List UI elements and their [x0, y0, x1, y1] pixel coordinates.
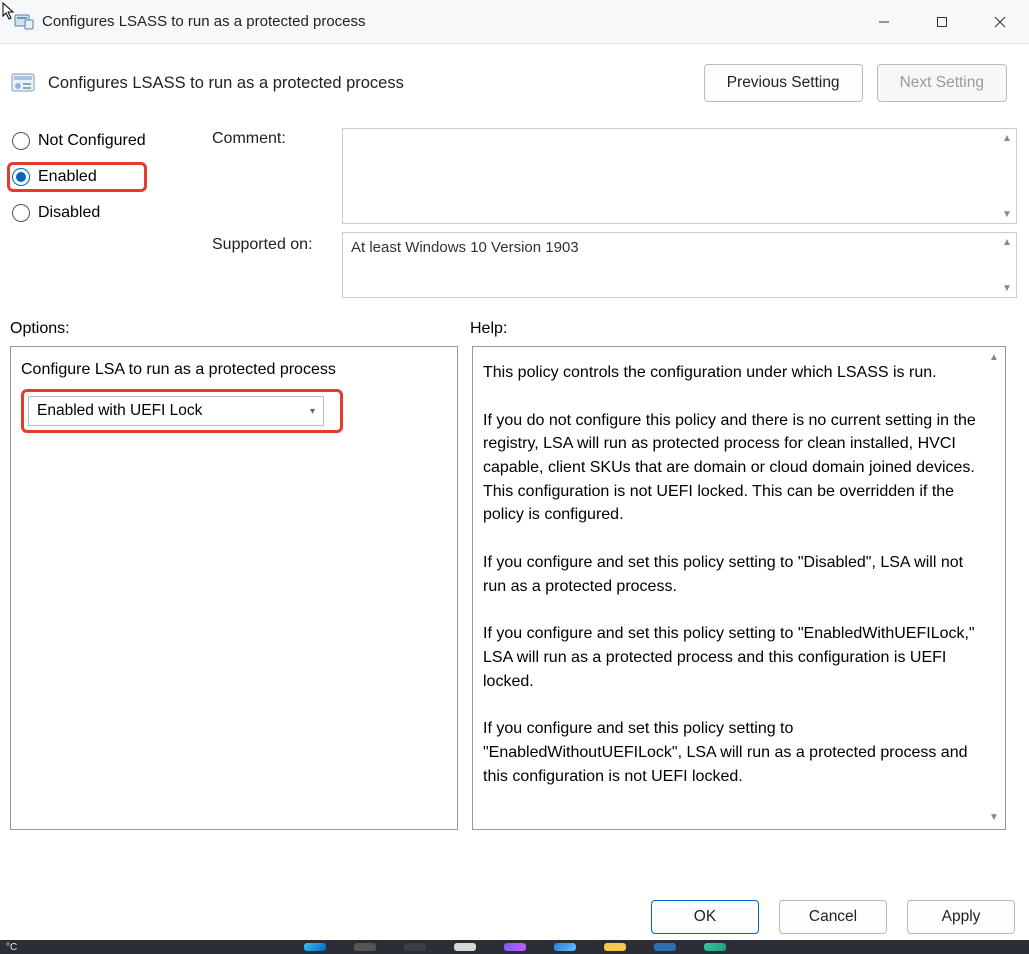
scroll-down-icon[interactable]: ▼	[987, 811, 1001, 825]
radio-icon	[12, 168, 30, 186]
policy-title: Configures LSASS to run as a protected p…	[48, 74, 404, 93]
window-title: Configures LSASS to run as a protected p…	[42, 13, 366, 30]
comment-label: Comment:	[212, 128, 342, 224]
comment-textarea[interactable]: ▲ ▼	[342, 128, 1017, 224]
highlight-box: Enabled with UEFI Lock ▾	[21, 389, 343, 433]
help-paragraph: If you configure and set this policy set…	[483, 622, 983, 693]
ok-button[interactable]: OK	[651, 900, 759, 934]
help-paragraph: If you configure and set this policy set…	[483, 717, 983, 788]
mouse-cursor-icon	[2, 2, 16, 20]
scroll-up-icon[interactable]: ▲	[987, 351, 1001, 365]
radio-icon	[12, 204, 30, 222]
help-paragraph: If you configure and set this policy set…	[483, 551, 983, 598]
minimize-button[interactable]	[855, 0, 913, 43]
taskview-icon[interactable]	[404, 943, 426, 951]
radio-label: Not Configured	[38, 132, 146, 150]
policy-header: Configures LSASS to run as a protected p…	[0, 44, 1029, 110]
taskbar-app-icon[interactable]	[704, 943, 726, 951]
next-setting-button: Next Setting	[877, 64, 1007, 102]
radio-disabled[interactable]: Disabled	[12, 204, 212, 222]
options-label: Options:	[10, 320, 470, 338]
taskbar-app-icon[interactable]	[654, 943, 676, 951]
taskbar-app-icon[interactable]	[504, 943, 526, 951]
state-radio-group: Not Configured Enabled Disabled	[12, 128, 212, 224]
supported-on-box: At least Windows 10 Version 1903 ▲ ▼	[342, 232, 1017, 298]
combo-value: Enabled with UEFI Lock	[37, 402, 202, 420]
help-paragraph: If you do not configure this policy and …	[483, 409, 983, 527]
app-icon	[14, 12, 34, 32]
options-panel: Configure LSA to run as a protected proc…	[10, 346, 458, 830]
cancel-button[interactable]: Cancel	[779, 900, 887, 934]
radio-not-configured[interactable]: Not Configured	[12, 132, 212, 150]
scroll-up-icon[interactable]: ▲	[1000, 131, 1014, 145]
close-button[interactable]	[971, 0, 1029, 43]
policy-icon	[10, 71, 38, 95]
scroll-down-icon[interactable]: ▼	[1000, 207, 1014, 221]
radio-label: Disabled	[38, 204, 100, 222]
previous-setting-button[interactable]: Previous Setting	[704, 64, 863, 102]
help-paragraph: This policy controls the configuration u…	[483, 361, 983, 385]
maximize-button[interactable]	[913, 0, 971, 43]
chevron-down-icon: ▾	[310, 406, 315, 417]
taskbar: °C	[0, 940, 1029, 954]
taskbar-app-icon[interactable]	[554, 943, 576, 951]
help-panel: This policy controls the configuration u…	[472, 346, 1006, 830]
lsa-mode-combobox[interactable]: Enabled with UEFI Lock ▾	[28, 396, 324, 426]
start-icon[interactable]	[304, 943, 326, 951]
scroll-down-icon[interactable]: ▼	[1000, 281, 1014, 295]
radio-icon	[12, 132, 30, 150]
radio-enabled[interactable]: Enabled	[7, 162, 147, 192]
explorer-icon[interactable]	[604, 943, 626, 951]
option-combo-label: Configure LSA to run as a protected proc…	[21, 361, 447, 379]
radio-label: Enabled	[38, 168, 97, 186]
apply-button[interactable]: Apply	[907, 900, 1015, 934]
scroll-up-icon[interactable]: ▲	[1000, 235, 1014, 249]
dialog-footer: OK Cancel Apply	[651, 900, 1015, 934]
weather-widget[interactable]: °C	[6, 942, 17, 953]
window-titlebar: Configures LSASS to run as a protected p…	[0, 0, 1029, 44]
help-label: Help:	[470, 320, 507, 338]
supported-on-value: At least Windows 10 Version 1903	[351, 239, 579, 256]
taskbar-app-icon[interactable]	[454, 943, 476, 951]
search-icon[interactable]	[354, 943, 376, 951]
supported-on-label: Supported on:	[212, 224, 342, 298]
